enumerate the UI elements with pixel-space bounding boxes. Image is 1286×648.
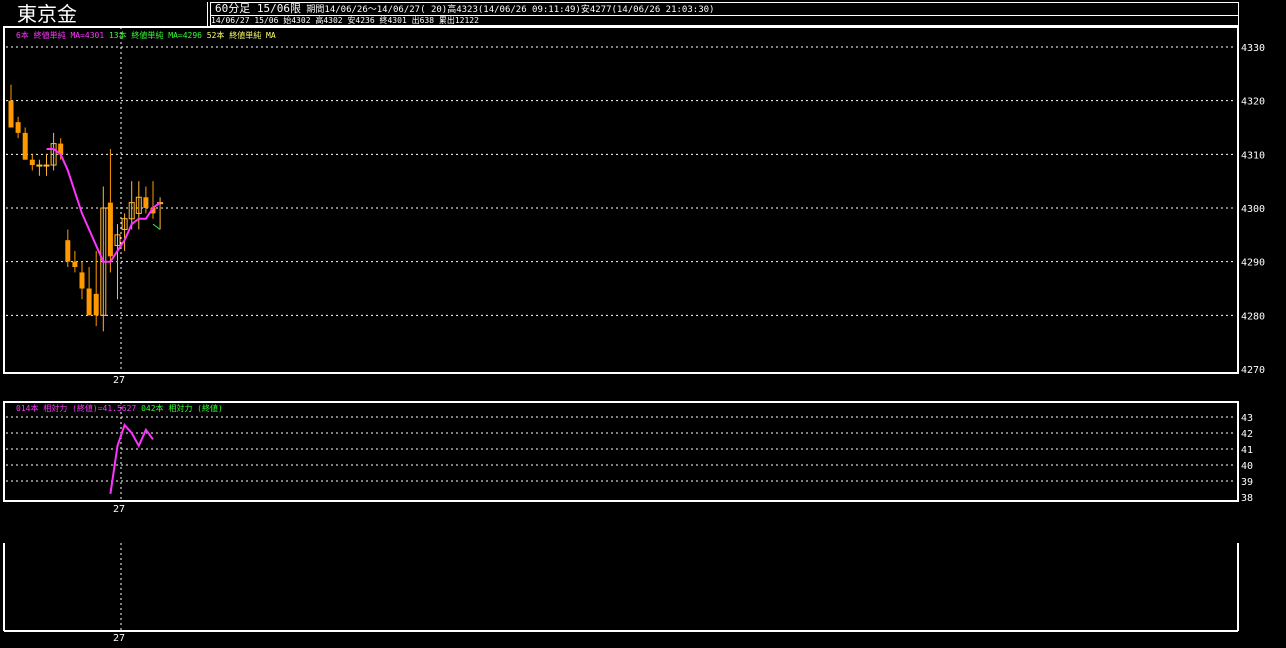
candle-body xyxy=(36,164,43,167)
legend-entry: 13本 終値単純 MA=4296 xyxy=(104,30,202,40)
indicator-legend: 014本 相対力 (終値)=41.5627 042本 相対力 (終値) xyxy=(16,403,223,413)
indicator-y-axis: 43 42 41 40 39 38 xyxy=(1241,413,1253,504)
price-tick-label: 4270 xyxy=(1241,365,1265,376)
price-grid xyxy=(6,46,1236,316)
price-y-axis: 4330 4320 4310 4300 4290 4280 4270 xyxy=(1241,43,1265,376)
price-x-label: 27 xyxy=(113,375,125,386)
price-tick-label: 4300 xyxy=(1241,204,1265,215)
candle-body xyxy=(29,159,35,166)
candle-body xyxy=(72,261,78,268)
indicator-x-label: 27 xyxy=(113,504,125,515)
candle-body xyxy=(65,240,71,262)
candle-body xyxy=(8,100,14,128)
candle-body xyxy=(79,272,85,289)
candle-body xyxy=(93,293,99,316)
candle-body xyxy=(43,164,50,167)
chart-canvas[interactable]: 4330 4320 4310 4300 4290 4280 4270 6本 終値単純 MA=… xyxy=(0,0,1286,648)
legend-entry: 52本 終値単純 MA xyxy=(202,30,276,40)
indicator-tick-label: 42 xyxy=(1241,429,1253,440)
price-tick-label: 4310 xyxy=(1241,150,1265,161)
price-tick-label: 4320 xyxy=(1241,97,1265,108)
ma13-line xyxy=(152,223,161,230)
price-tick-label: 4280 xyxy=(1241,311,1265,322)
indicator-tick-label: 38 xyxy=(1241,493,1253,504)
indicator-lines xyxy=(109,423,154,494)
price-tick-label: 4290 xyxy=(1241,258,1265,269)
indicator-tick-label: 39 xyxy=(1241,477,1253,488)
legend-entry: 014本 相対力 (終値)=41.5627 xyxy=(16,403,136,413)
indicator-tick-label: 43 xyxy=(1241,413,1253,424)
candle-body xyxy=(86,288,92,316)
legend-entry: 042本 相対力 (終値) xyxy=(136,403,223,413)
candle-body xyxy=(22,132,28,160)
price-panel-frame xyxy=(3,26,1239,374)
price-legend: 6本 終値単純 MA=4301 13本 終値単純 MA=4296 52本 終値単… xyxy=(16,30,276,40)
legend-entry: 6本 終値単純 MA=4301 xyxy=(16,30,104,40)
indicator-tick-label: 41 xyxy=(1241,445,1253,456)
indicator-grid xyxy=(6,416,1236,482)
price-tick-label: 4330 xyxy=(1241,43,1265,54)
rsi-line xyxy=(109,423,154,494)
candle-body xyxy=(107,202,113,257)
indicator-tick-label: 40 xyxy=(1241,461,1253,472)
candle-body xyxy=(143,197,149,208)
candle-body xyxy=(15,122,21,133)
bottom-x-label: 27 xyxy=(113,633,125,644)
